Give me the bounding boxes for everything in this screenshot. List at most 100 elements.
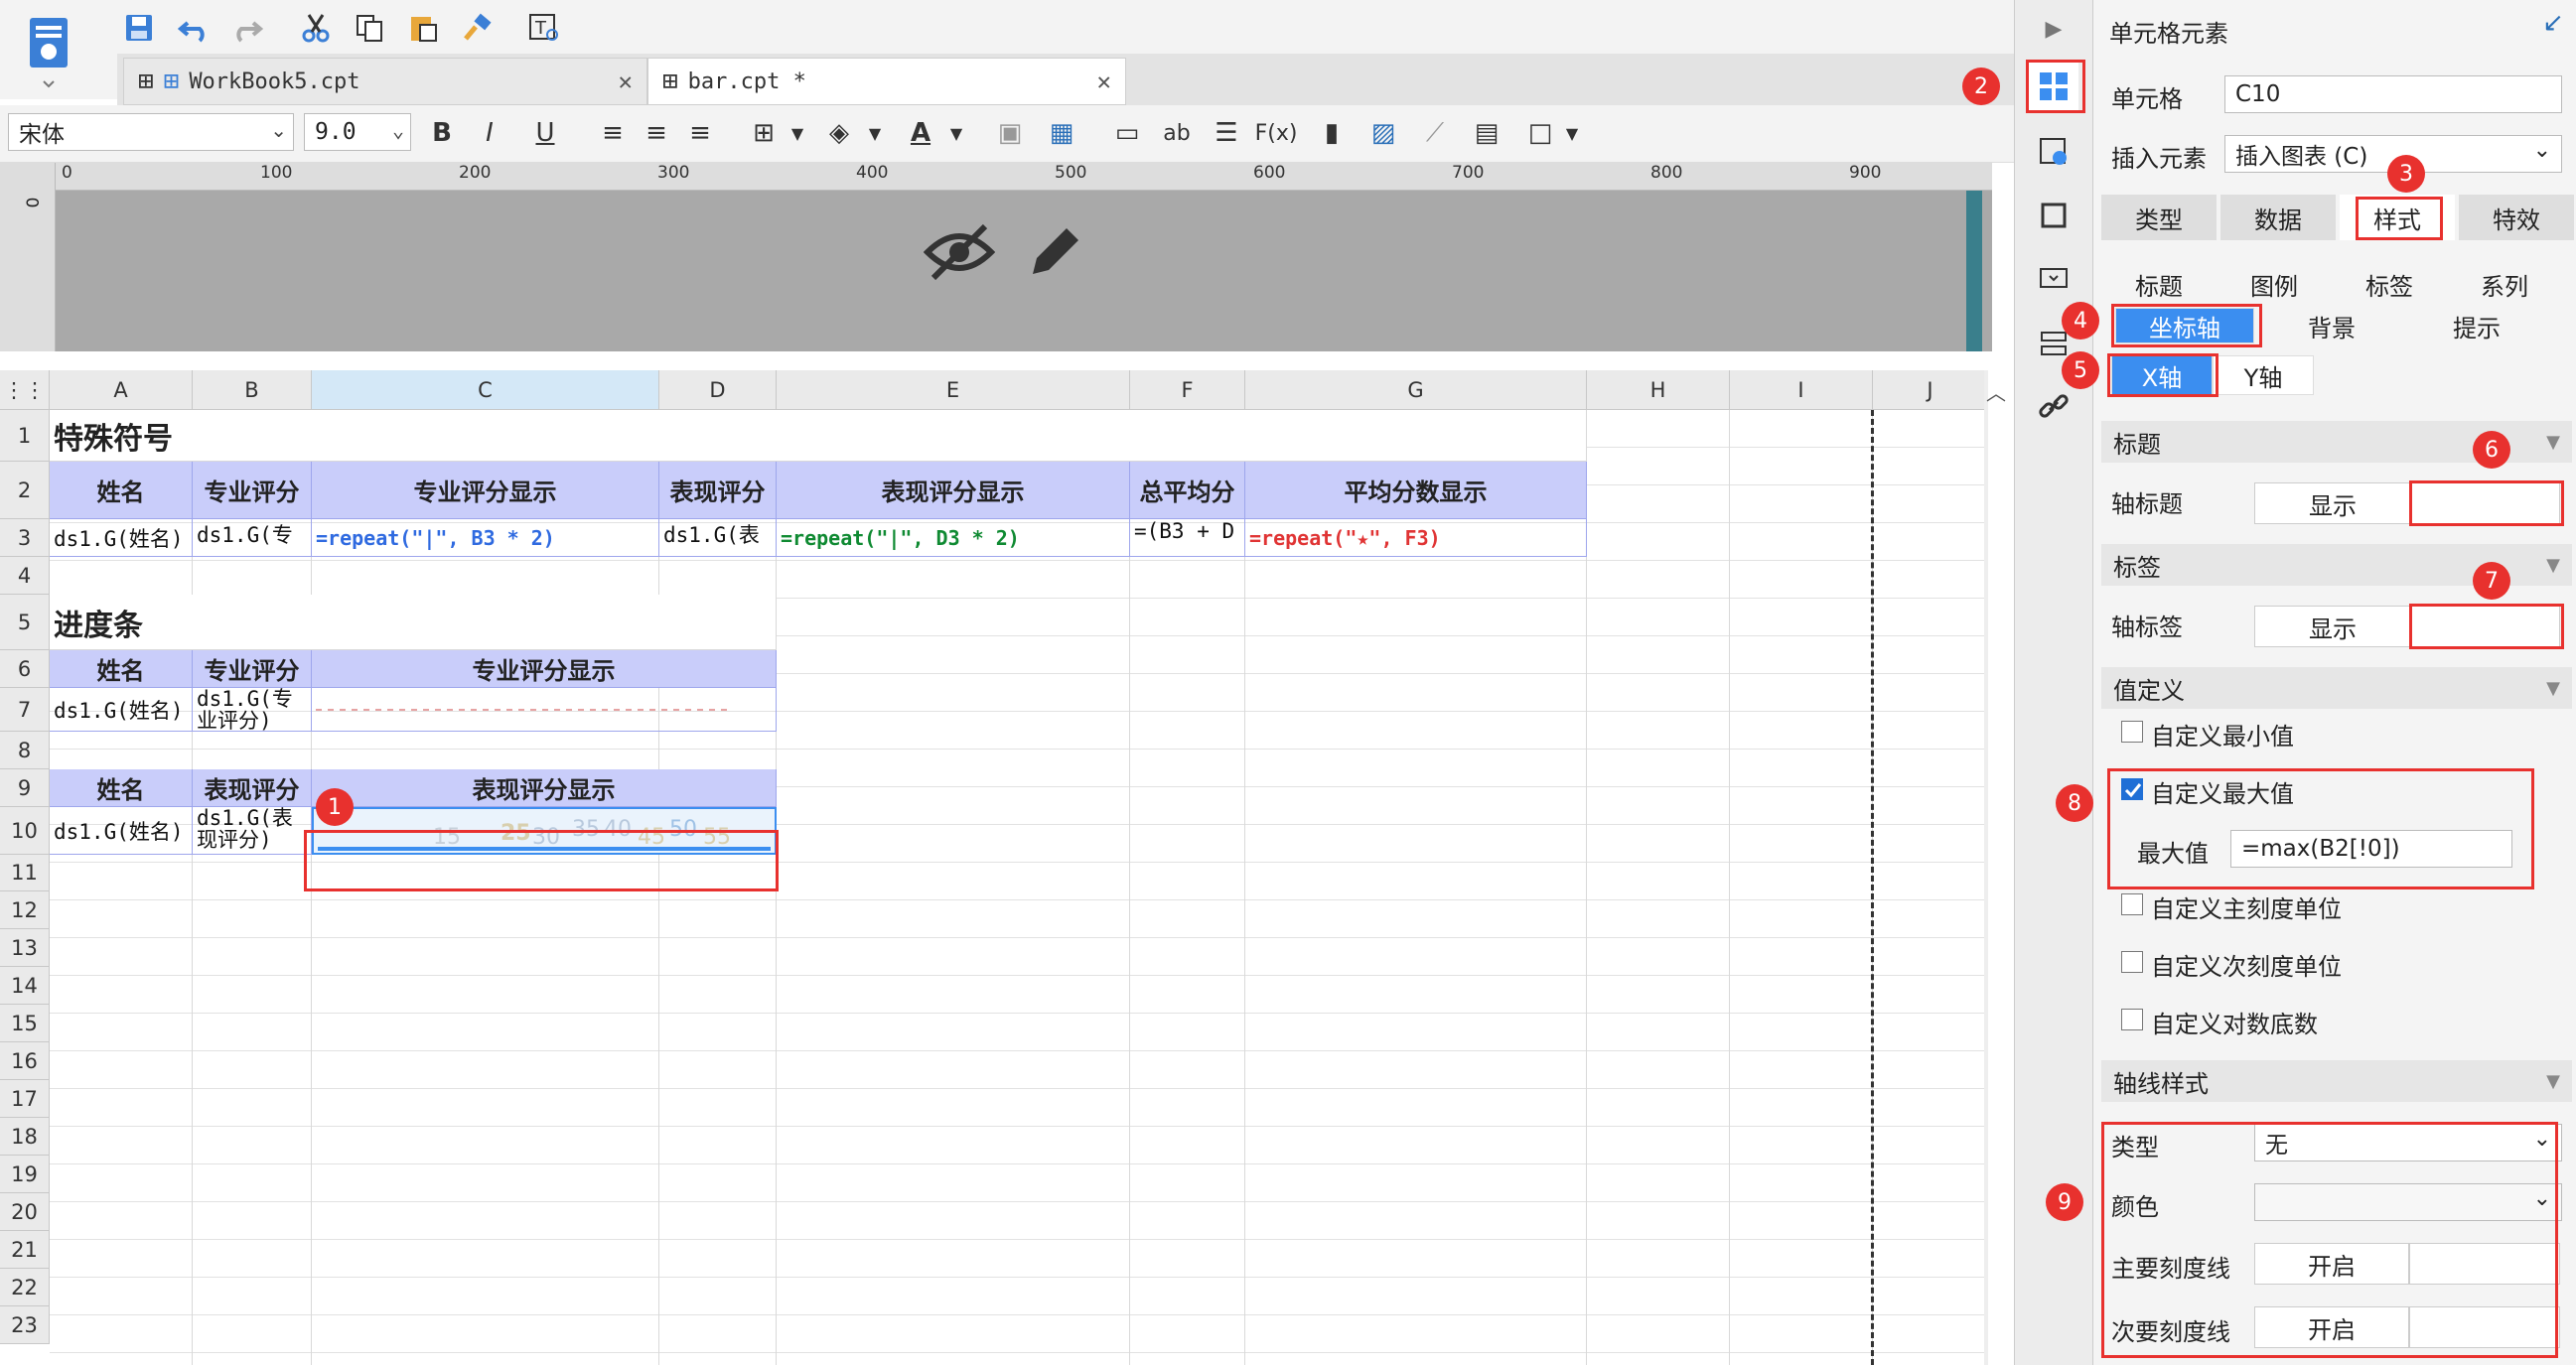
- app-logo[interactable]: [22, 14, 75, 93]
- row-header[interactable]: 10: [0, 807, 50, 855]
- row-header[interactable]: 9: [0, 769, 50, 807]
- col-header-j[interactable]: J: [1873, 370, 1988, 410]
- col-header-d[interactable]: D: [659, 370, 777, 410]
- cell-attr-icon[interactable]: [2029, 127, 2078, 177]
- row-header[interactable]: 4: [0, 557, 50, 595]
- cell-c3[interactable]: =repeat("|", B3 * 2): [312, 519, 659, 557]
- row-header[interactable]: 18: [0, 1118, 50, 1156]
- save-icon[interactable]: [117, 6, 161, 50]
- col-header-i[interactable]: I: [1730, 370, 1873, 410]
- cell-f3[interactable]: =(B3 + D: [1130, 519, 1245, 557]
- bold-icon[interactable]: B: [421, 111, 463, 155]
- subtab-series[interactable]: 系列: [2447, 264, 2562, 304]
- tab-bar-cpt[interactable]: ⊞ bar.cpt * ✕: [647, 58, 1126, 105]
- subtab-legend[interactable]: 图例: [2217, 264, 2332, 304]
- line-type-select[interactable]: 无 ⌄: [2254, 1124, 2562, 1161]
- cell-b10[interactable]: ds1.G(表 现评分): [193, 807, 312, 855]
- cell-e3[interactable]: =repeat("|", D3 * 2): [777, 519, 1130, 557]
- chevron-down-icon[interactable]: ▼: [935, 111, 977, 155]
- axis-title-hide[interactable]: 隐藏: [2411, 482, 2560, 524]
- col-header-g[interactable]: G: [1245, 370, 1587, 410]
- cell-c6[interactable]: 专业评分显示: [312, 650, 777, 688]
- merge-icon[interactable]: ▣: [989, 111, 1031, 155]
- col-header-h[interactable]: H: [1587, 370, 1730, 410]
- cell-d3[interactable]: ds1.G(表: [659, 519, 777, 557]
- cell-g3[interactable]: =repeat("★", F3): [1245, 519, 1587, 557]
- cell-b6[interactable]: 专业评分: [193, 650, 312, 688]
- align-left-icon[interactable]: ≡: [592, 111, 634, 155]
- format-painter-icon[interactable]: [455, 6, 499, 50]
- float-element-icon[interactable]: [2029, 191, 2078, 240]
- row-header[interactable]: 15: [0, 1005, 50, 1042]
- major-tick-on[interactable]: 开启: [2254, 1243, 2409, 1285]
- row-header[interactable]: 20: [0, 1193, 50, 1231]
- widget-icon[interactable]: [2029, 254, 2078, 304]
- cell-b9[interactable]: 表现评分: [193, 769, 312, 807]
- tab-type[interactable]: 类型: [2101, 195, 2217, 240]
- row-header[interactable]: 3: [0, 519, 50, 557]
- row-header[interactable]: 13: [0, 929, 50, 967]
- row-header[interactable]: 7: [0, 688, 50, 732]
- paste-icon[interactable]: [401, 6, 445, 50]
- cell-a2[interactable]: 姓名: [50, 462, 193, 519]
- cell-input[interactable]: C10: [2224, 75, 2562, 113]
- row-header[interactable]: 2: [0, 462, 50, 519]
- hidden-eye-icon[interactable]: [923, 220, 996, 284]
- axis-label-show[interactable]: 显示: [2254, 606, 2411, 647]
- align-right-icon[interactable]: ≡: [679, 111, 721, 155]
- scroll-up-icon[interactable]: ︿: [1986, 377, 2006, 406]
- chevron-down-icon[interactable]: ▼: [777, 111, 818, 155]
- tab-workbook5[interactable]: ⊞ ⊞ WorkBook5.cpt ✕: [123, 58, 647, 105]
- cell-c9[interactable]: 表现评分显示: [312, 769, 777, 807]
- subreport-icon[interactable]: ▤: [1466, 111, 1507, 155]
- image-icon[interactable]: ▨: [1362, 111, 1404, 155]
- row-header[interactable]: 21: [0, 1231, 50, 1269]
- font-size-select[interactable]: 9.0 ⌄: [304, 113, 411, 151]
- slash-icon[interactable]: ⟋: [1414, 111, 1456, 155]
- row-header[interactable]: 17: [0, 1080, 50, 1118]
- section-value[interactable]: 值定义 ▼: [2101, 667, 2572, 709]
- field-icon[interactable]: ▭: [1106, 111, 1148, 155]
- row-header[interactable]: 11: [0, 855, 50, 891]
- tab-style[interactable]: 样式: [2340, 195, 2455, 240]
- vertical-scrollbar[interactable]: [1984, 370, 1988, 1365]
- close-icon[interactable]: ✕: [619, 68, 633, 95]
- undo-icon[interactable]: [173, 6, 216, 50]
- cell-a10[interactable]: ds1.G(姓名): [50, 807, 193, 855]
- axis-tab-x[interactable]: X轴: [2111, 355, 2213, 395]
- row-header[interactable]: 14: [0, 967, 50, 1005]
- subtab-tooltip[interactable]: 提示: [2407, 306, 2546, 345]
- richtext-icon[interactable]: ☰: [1206, 111, 1247, 155]
- tab-data[interactable]: 数据: [2220, 195, 2336, 240]
- custom-max-checkbox[interactable]: [2121, 778, 2143, 800]
- select-all-corner[interactable]: ⋮⋮: [0, 370, 50, 410]
- col-header-c[interactable]: C: [312, 370, 659, 410]
- cell-a9[interactable]: 姓名: [50, 769, 193, 807]
- custom-log-checkbox[interactable]: [2121, 1009, 2143, 1030]
- axis-title-show[interactable]: 显示: [2254, 482, 2411, 524]
- chart-icon[interactable]: ▮: [1311, 111, 1353, 155]
- row-header[interactable]: 1: [0, 410, 50, 462]
- minor-tick-on[interactable]: 开启: [2254, 1306, 2409, 1348]
- row-header[interactable]: 19: [0, 1156, 50, 1193]
- subtab-background[interactable]: 背景: [2262, 306, 2401, 345]
- cell-e2[interactable]: 表现评分显示: [777, 462, 1130, 519]
- line-color-select[interactable]: ⌄: [2254, 1183, 2562, 1221]
- cell-b3[interactable]: ds1.G(专: [193, 519, 312, 557]
- subtab-title[interactable]: 标题: [2101, 264, 2217, 304]
- row-header[interactable]: 5: [0, 595, 50, 650]
- row-header[interactable]: 16: [0, 1042, 50, 1080]
- align-center-icon[interactable]: ≡: [636, 111, 677, 155]
- cell-b7[interactable]: ds1.G(专 业评分): [193, 688, 312, 732]
- custom-major-checkbox[interactable]: [2121, 893, 2143, 915]
- copy-icon[interactable]: [348, 6, 391, 50]
- row-header[interactable]: 23: [0, 1306, 50, 1344]
- row-header[interactable]: 22: [0, 1269, 50, 1306]
- col-header-a[interactable]: A: [50, 370, 193, 410]
- cell-a1[interactable]: 特殊符号: [50, 410, 1587, 462]
- cell-c10-chart[interactable]: 15 25 30 35 40 45 50 55: [312, 807, 777, 855]
- chevron-down-icon[interactable]: ▼: [1551, 111, 1593, 155]
- axis-label-hide[interactable]: 隐藏: [2411, 606, 2560, 647]
- col-header-b[interactable]: B: [193, 370, 312, 410]
- hyperlink-icon[interactable]: [2029, 381, 2078, 431]
